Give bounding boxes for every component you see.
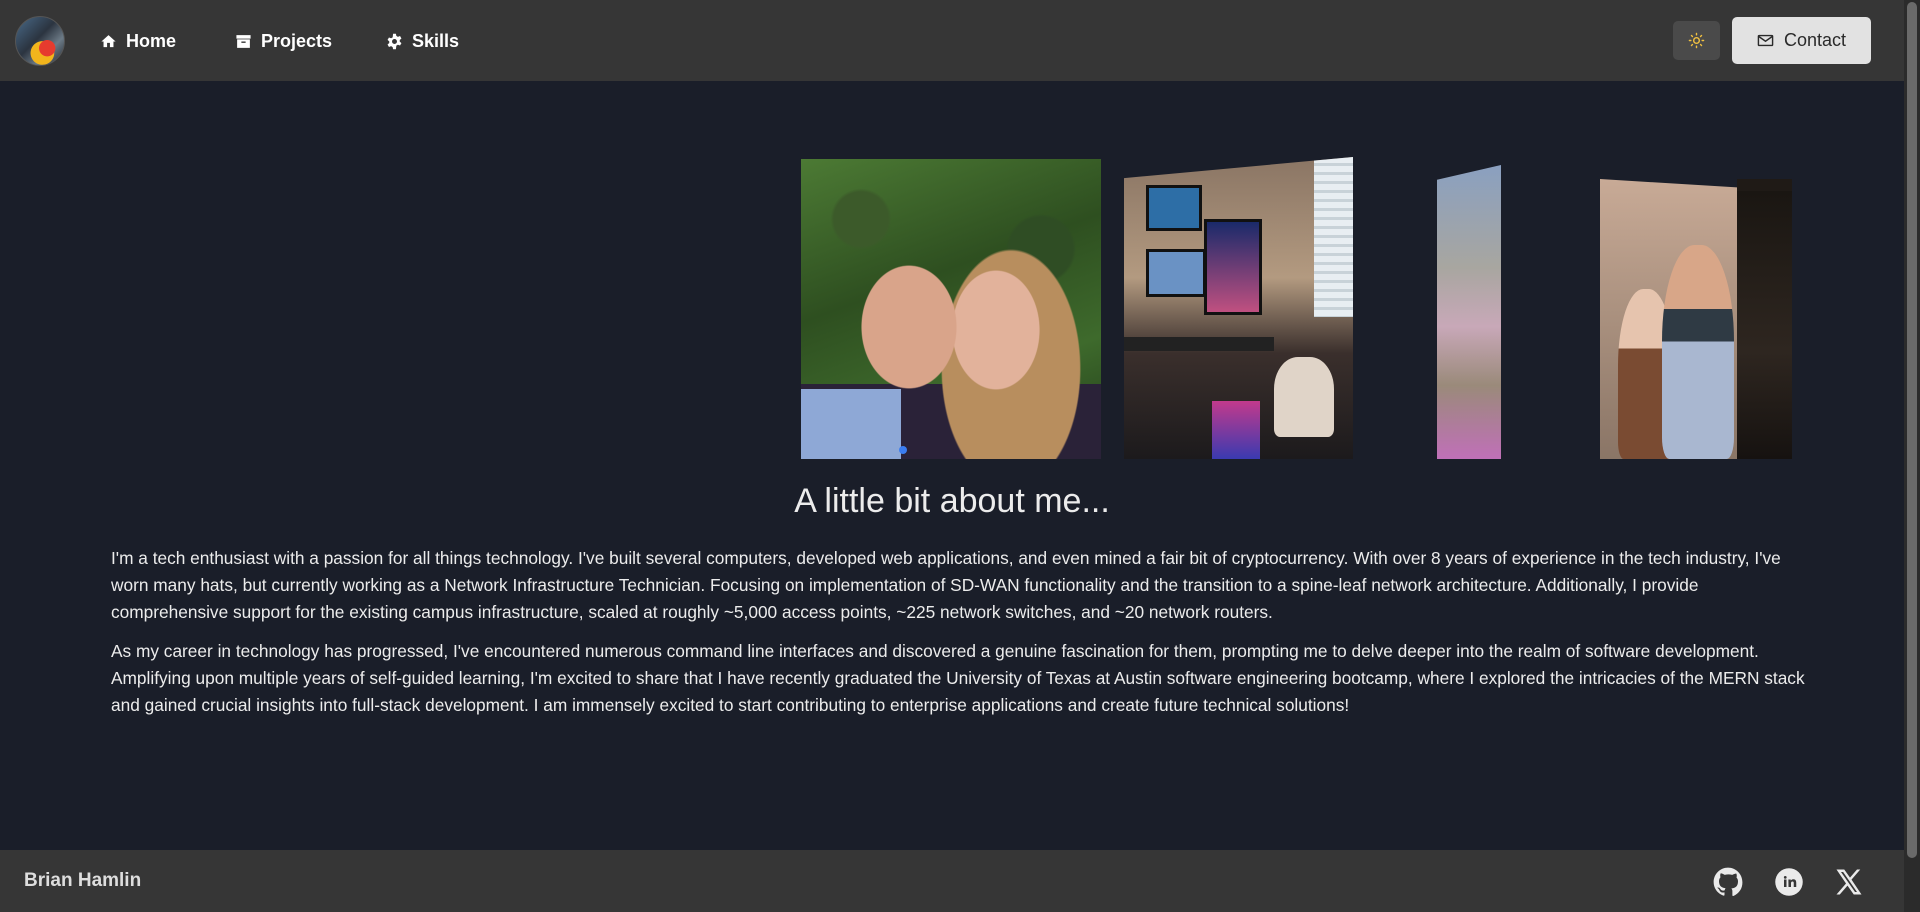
- archive-icon: [236, 34, 251, 48]
- carousel-photo-computer-setup[interactable]: [1124, 157, 1353, 459]
- linkedin-link[interactable]: [1774, 867, 1804, 897]
- theme-toggle-button[interactable]: [1673, 21, 1720, 60]
- nav-skills-label: Skills: [412, 30, 460, 51]
- about-paragraph: As my career in technology has progresse…: [111, 641, 1805, 715]
- photo-detail: [1124, 337, 1274, 351]
- carousel-photo-child[interactable]: [1437, 165, 1501, 459]
- photo-detail: [801, 389, 901, 459]
- contact-button-label: Contact: [1783, 30, 1847, 50]
- carousel-photo-masks[interactable]: [1600, 179, 1792, 459]
- linkedin-icon: [1775, 868, 1803, 896]
- carousel-indicator: [899, 446, 907, 454]
- sun-icon: [1688, 32, 1705, 49]
- mail-icon: [1757, 34, 1774, 47]
- photo-detail: [1146, 249, 1206, 297]
- gear-icon: [387, 33, 402, 49]
- github-icon: [1713, 867, 1743, 897]
- site-logo[interactable]: [15, 16, 65, 66]
- photo-detail: [1274, 357, 1334, 437]
- photo-carousel[interactable]: [0, 155, 1904, 460]
- photo-detail: [1212, 401, 1260, 459]
- x-link[interactable]: [1834, 867, 1864, 897]
- carousel-photo-couple[interactable]: [801, 159, 1101, 459]
- nav-home[interactable]: Home: [100, 28, 176, 54]
- footer-name: Brian Hamlin: [24, 870, 142, 891]
- nav-projects[interactable]: Projects: [235, 28, 332, 54]
- home-icon: [101, 34, 116, 47]
- scrollbar-thumb[interactable]: [1907, 2, 1917, 858]
- github-link[interactable]: [1713, 867, 1743, 897]
- photo-detail: [1737, 191, 1792, 459]
- navbar: Home Projects Skills Contact: [0, 0, 1904, 81]
- footer: Brian Hamlin: [0, 850, 1904, 912]
- x-logo-icon: [1836, 869, 1862, 895]
- nav-projects-label: Projects: [261, 30, 333, 51]
- photo-detail: [1662, 245, 1734, 459]
- photo-detail: [1146, 185, 1202, 231]
- nav-skills[interactable]: Skills: [386, 28, 459, 54]
- contact-button[interactable]: Contact: [1732, 17, 1871, 64]
- about-paragraph: I'm a tech enthusiast with a passion for…: [111, 548, 1781, 622]
- photo-detail: [1204, 219, 1262, 315]
- about-title: A little bit about me...: [794, 482, 1110, 520]
- photo-detail: [1314, 157, 1353, 317]
- nav-home-label: Home: [126, 30, 177, 51]
